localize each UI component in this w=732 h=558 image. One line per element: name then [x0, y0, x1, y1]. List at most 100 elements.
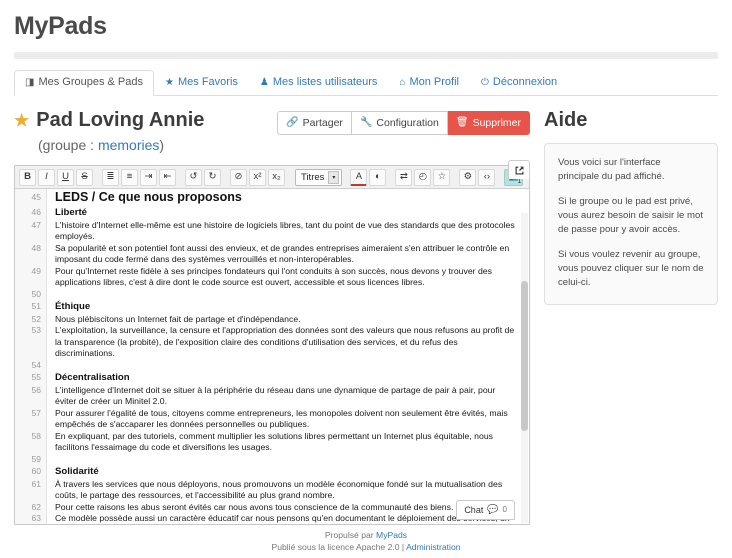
line-number: 56 [31, 384, 41, 395]
chat-button[interactable]: Chat 💬 0 [456, 500, 515, 520]
help-paragraph: Si vous voulez revenir au groupe, vous p… [558, 249, 704, 288]
text-color-button[interactable]: A [350, 168, 368, 186]
tab-label: Mes listes utilisateurs [272, 76, 378, 88]
group-suffix-text: ) [159, 137, 165, 153]
italic-button[interactable]: I [38, 168, 55, 186]
pad-title-text: Pad Loving Annie [36, 109, 205, 131]
pad-line: L'intelligence d'Internet doit se situer… [55, 384, 496, 407]
tab-mes-favoris[interactable]: ★ Mes Favoris [154, 70, 249, 95]
pad-editor[interactable]: BIUS≣≡⇥⇤↺↻⊘x²x₂Titres▾A◐⇄◴☆⚙‹›👥1 4546474… [14, 165, 530, 525]
line-number: 62 [31, 501, 41, 512]
footer-powered-by-text: Propulsé par [324, 530, 377, 540]
tab-mes-listes-utilisateurs[interactable]: ♟ Mes listes utilisateurs [249, 70, 389, 95]
tab-d-connexion[interactable]: ⏻ Déconnexion [470, 70, 568, 95]
page-footer: Propulsé par MyPads Publié sous la licen… [0, 529, 732, 553]
toolbar-group-7: ⚙ ‹› [458, 168, 496, 186]
settings-button[interactable]: ⚙ [459, 168, 477, 186]
help-paragraph: Si le groupe ou le pad est privé, vous a… [558, 196, 704, 235]
line-number: 47 [31, 219, 41, 230]
app-root: MyPads ◨ Mes Groupes & Pads ★ Mes Favoris ♟ M… [0, 0, 732, 558]
partager-button[interactable]: 🔗 Partager [277, 111, 352, 135]
pad-line: LEDS / Ce que nous proposons [55, 189, 519, 206]
configuration-button[interactable]: 🔧 Configuration [351, 111, 448, 135]
user-icon: ♟ [259, 76, 269, 88]
indent-button[interactable]: ⇥ [140, 168, 157, 186]
underline-button[interactable]: U [57, 168, 74, 186]
toolbar-group-1: BIUS [18, 168, 94, 186]
trash-icon: 🗑 [455, 117, 469, 128]
main-column: ★ Pad Loving Annie (groupe : memories) 🔗… [14, 108, 530, 525]
pad-line: Décentralisation [55, 372, 130, 383]
line-number: 60 [31, 466, 41, 476]
pad-body[interactable]: 4546474849505152535455565758596061626364… [15, 189, 529, 524]
pad-line: Solidarité [55, 466, 99, 477]
power-icon: ⏻ [480, 76, 489, 88]
link-icon: 🔗 [286, 117, 299, 128]
unordered-list-button[interactable]: ≡ [121, 168, 138, 186]
help-paragraph: Vous voici sur l'interface principale du… [558, 157, 665, 182]
line-number-gutter: 4546474849505152535455565758596061626364… [15, 189, 47, 524]
line-number: 45 [31, 192, 41, 202]
pad-line: À travers les services que nous déployon… [55, 478, 503, 501]
pad-line: Éthique [55, 301, 91, 312]
redo-button[interactable]: ↻ [204, 168, 221, 186]
editor-wrapper: BIUS≣≡⇥⇤↺↻⊘x²x₂Titres▾A◐⇄◴☆⚙‹›👥1 4546474… [14, 160, 530, 525]
page-content: ★ Pad Loving Annie (groupe : memories) 🔗… [0, 96, 732, 525]
pad-line: L'histoire d'Internet elle-même est une … [55, 219, 515, 242]
footer-line-1: Propulsé par MyPads [0, 529, 732, 541]
group-link[interactable]: memories [98, 137, 159, 153]
line-number: 58 [31, 430, 41, 441]
line-number: 49 [31, 265, 41, 276]
external-link-glyph [515, 166, 523, 174]
undo-button[interactable]: ↺ [185, 168, 202, 186]
clear-authorship-button[interactable]: ⊘ [230, 168, 247, 186]
line-number: 54 [31, 359, 41, 370]
wrench-icon: 🔧 [359, 117, 373, 128]
help-panel: Vous voici sur l'interface principale du… [544, 143, 718, 305]
editor-toolbar: BIUS≣≡⇥⇤↺↻⊘x²x₂Titres▾A◐⇄◴☆⚙‹›👥1 [15, 166, 529, 189]
toolbar-group-6: ⇄ ◴ ☆ [394, 168, 451, 186]
pad-line [55, 289, 519, 301]
superscript-button[interactable]: x² [249, 168, 266, 186]
heading-select-value: Titres [301, 171, 325, 183]
strikethrough-button[interactable]: S [76, 168, 93, 186]
star-icon[interactable]: ★ [14, 112, 29, 129]
line-number: 48 [31, 242, 41, 253]
pad-line: Sa popularité et son potentiel font auss… [55, 242, 510, 265]
import-export-button[interactable]: ⇄ [395, 168, 413, 186]
tab-label: Mon Profil [409, 76, 459, 88]
help-column: Aide Vous voici sur l'interface principa… [530, 108, 718, 525]
heading-select[interactable]: Titres ▾ [295, 168, 343, 186]
line-number: 52 [31, 313, 41, 324]
line-number: 59 [31, 453, 41, 464]
button-label: Partager [302, 117, 343, 129]
tab-label: Mes Favoris [177, 76, 238, 88]
timeslider-button[interactable]: ◴ [414, 168, 432, 186]
editor-scrollbar-thumb[interactable] [521, 281, 528, 431]
ordered-list-button[interactable]: ≣ [102, 168, 119, 186]
outdent-button[interactable]: ⇤ [159, 168, 176, 186]
pad-text-content[interactable]: LEDS / Ce que nous proposons Liberté L'his… [47, 189, 529, 524]
chat-count: 0 [502, 505, 507, 514]
bold-button[interactable]: B [19, 168, 36, 186]
subscript-button[interactable]: x₂ [268, 168, 285, 186]
toolbar-group-4: ⊘ x² x₂ [229, 168, 286, 186]
tab-mes-groupes-pads[interactable]: ◨ Mes Groupes & Pads [14, 70, 155, 96]
page-title: ★ Pad Loving Annie [14, 108, 204, 132]
line-number: 46 [31, 207, 41, 217]
footer-mypads-link[interactable]: MyPads [376, 530, 407, 540]
line-number: 51 [31, 301, 41, 311]
favorite-button[interactable]: ☆ [433, 168, 451, 186]
button-label: Supprimer [472, 117, 521, 129]
pad-title-block: ★ Pad Loving Annie (groupe : memories) [14, 108, 204, 154]
footer-administration-link[interactable]: Administration [406, 542, 460, 552]
embed-code-button[interactable]: ‹› [478, 168, 496, 186]
highlight-color-button[interactable]: ◐ [369, 168, 387, 186]
external-link-icon[interactable] [508, 160, 530, 179]
chat-bubble-icon: 💬 [487, 504, 499, 514]
brand-bar: MyPads [0, 0, 732, 42]
tab-mon-profil[interactable]: ⌂ Mon Profil [388, 70, 470, 95]
pad-line-text: LEDS / Ce que nous proposons [55, 190, 242, 204]
line-number: 63 [31, 513, 41, 523]
supprimer-button[interactable]: 🗑 Supprimer [447, 111, 530, 135]
